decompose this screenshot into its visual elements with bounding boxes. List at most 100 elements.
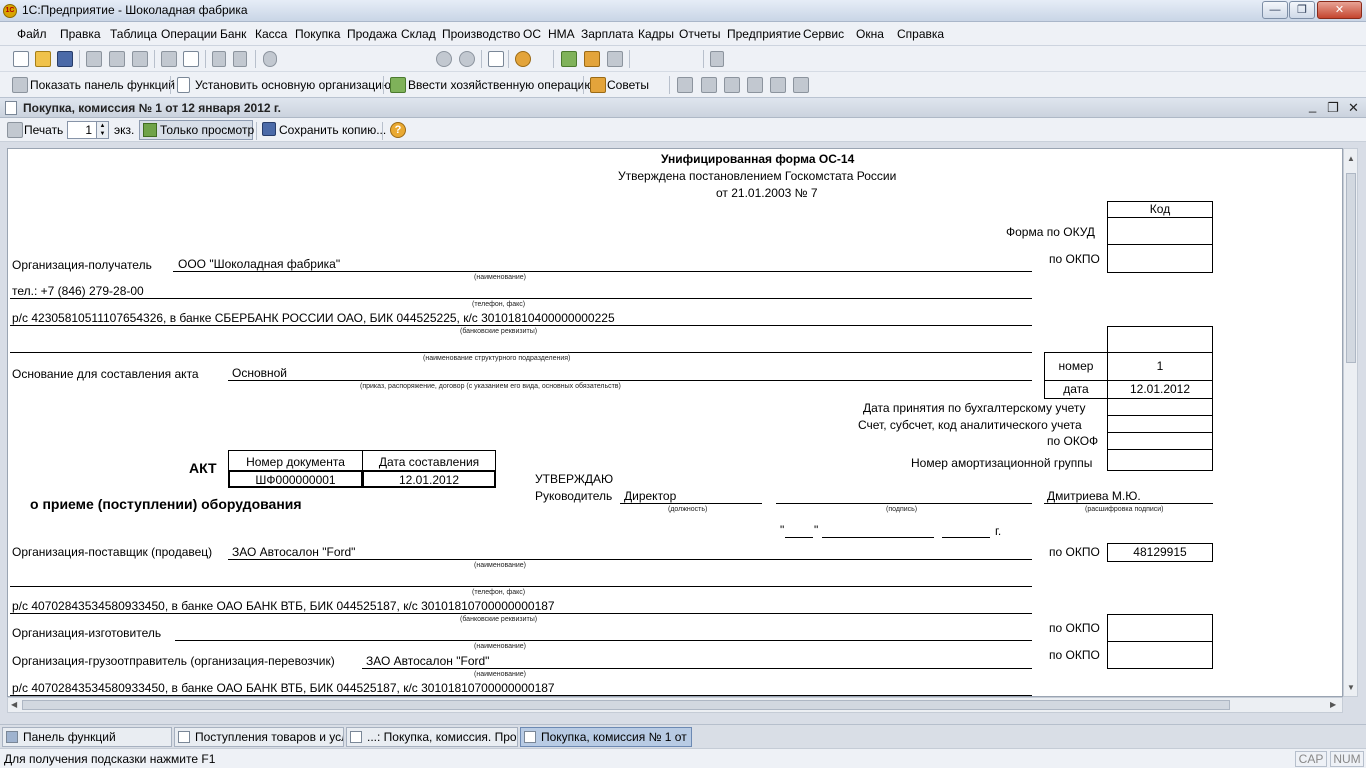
division-code-cell xyxy=(1107,326,1213,353)
scroll-up-arrow-icon[interactable]: ▲ xyxy=(1347,154,1355,163)
cut-icon[interactable] xyxy=(86,51,102,67)
account-label: Счет, субсчет, код аналитического учета xyxy=(858,418,1082,432)
menu-file[interactable]: Файл xyxy=(17,27,47,41)
maximize-button[interactable]: ❐ xyxy=(1289,1,1315,19)
minimize-button[interactable]: — xyxy=(1262,1,1288,19)
caption-bank: (банковские реквизиты) xyxy=(460,616,538,623)
underline xyxy=(362,668,1032,669)
report-icon[interactable] xyxy=(701,77,717,93)
new-document-icon[interactable] xyxy=(13,51,29,67)
report-icon[interactable] xyxy=(677,77,693,93)
search-icon[interactable] xyxy=(263,51,277,67)
menu-operations[interactable]: Операции xyxy=(161,27,217,41)
menu-purchase[interactable]: Покупка xyxy=(295,27,340,41)
toolbar-separator xyxy=(553,50,554,68)
menu-bank[interactable]: Банк xyxy=(220,27,246,41)
menu-cash[interactable]: Касса xyxy=(255,27,287,41)
tips-icon xyxy=(590,77,606,93)
report-icon[interactable] xyxy=(747,77,763,93)
print-preview-icon[interactable] xyxy=(183,51,199,67)
shipper-label: Организация-грузоотправитель (организаци… xyxy=(12,654,335,668)
print-icon[interactable] xyxy=(161,51,177,67)
paste-icon[interactable] xyxy=(132,51,148,67)
menu-hr[interactable]: Кадры xyxy=(638,27,674,41)
toolbar-separator xyxy=(383,76,384,94)
scroll-right-arrow-icon[interactable]: ▶ xyxy=(1330,700,1336,709)
document-close-button[interactable]: ✕ xyxy=(1348,100,1359,116)
help-icon[interactable]: ? xyxy=(390,122,406,138)
menu-reports[interactable]: Отчеты xyxy=(679,27,720,41)
settings-tools-icon[interactable] xyxy=(710,51,724,67)
toolbar-separator xyxy=(382,122,383,140)
okpo-label: по ОКПО xyxy=(1049,252,1100,266)
head-label: Руководитель xyxy=(535,489,613,503)
readonly-label: Только просмотр xyxy=(160,123,255,137)
task-purchase-commission[interactable]: Покупка, комиссия № 1 от ... xyxy=(520,727,692,747)
save-icon[interactable] xyxy=(57,51,73,67)
calendar-icon[interactable] xyxy=(584,51,600,67)
toolbar-separator xyxy=(255,50,256,68)
menu-enterprise[interactable]: Предприятие xyxy=(727,27,801,41)
users-icon[interactable] xyxy=(607,51,623,67)
report-icon[interactable] xyxy=(770,77,786,93)
report-icon[interactable] xyxy=(724,77,740,93)
find-previous-icon[interactable] xyxy=(459,51,475,67)
task-functions-panel[interactable]: Панель функций xyxy=(2,727,172,747)
head-position: Директор xyxy=(624,489,677,503)
menu-salary[interactable]: Зарплата xyxy=(581,27,634,41)
copy-icon[interactable] xyxy=(109,51,125,67)
menu-help[interactable]: Справка xyxy=(897,27,944,41)
enter-business-operation-button[interactable]: Ввести хозяйственную операцию xyxy=(408,78,593,92)
tips-button[interactable]: Советы xyxy=(607,78,649,92)
copies-stepper[interactable]: ▲ ▼ xyxy=(97,121,109,139)
save-copy-button[interactable]: Сохранить копию... xyxy=(279,123,386,137)
toolbar-separator xyxy=(629,50,630,68)
scroll-left-arrow-icon[interactable]: ◀ xyxy=(11,700,17,709)
menu-service[interactable]: Сервис xyxy=(803,27,844,41)
date-value-cell: 12.01.2012 xyxy=(1107,380,1213,399)
caption-name: (наименование) xyxy=(474,671,526,678)
windows-list-icon[interactable] xyxy=(488,51,504,67)
basis-label: Основание для составления акта xyxy=(12,367,199,381)
document-restore-button[interactable]: ❐ xyxy=(1327,100,1339,116)
menu-production[interactable]: Производство xyxy=(442,27,520,41)
okpo-recipient-cell xyxy=(1107,244,1213,273)
menu-fixed-assets[interactable]: ОС xyxy=(523,27,541,41)
manufacturer-okpo-cell xyxy=(1107,614,1213,642)
copies-input[interactable]: 1 xyxy=(67,121,97,139)
menu-sales[interactable]: Продажа xyxy=(347,27,397,41)
approve-title: УТВЕРЖДАЮ xyxy=(535,472,614,486)
open-folder-icon[interactable] xyxy=(35,51,51,67)
document-minimize-button[interactable]: _ xyxy=(1309,98,1316,113)
underline xyxy=(1044,503,1213,504)
task-purchase-print[interactable]: ...: Покупка, комиссия. Про... xyxy=(346,727,518,747)
document-icon xyxy=(524,731,536,743)
menu-intangibles[interactable]: НМА xyxy=(548,27,575,41)
calculator-icon[interactable] xyxy=(561,51,577,67)
close-button[interactable]: ✕ xyxy=(1317,1,1362,19)
menu-edit[interactable]: Правка xyxy=(60,27,101,41)
undo-icon[interactable] xyxy=(212,51,226,67)
vertical-scrollbar[interactable]: ▲ ▼ xyxy=(1343,148,1358,697)
caption-name: (наименование) xyxy=(474,562,526,569)
print-button[interactable]: Печать xyxy=(24,123,63,137)
scroll-down-arrow-icon[interactable]: ▼ xyxy=(1347,683,1355,692)
menu-windows[interactable]: Окна xyxy=(856,27,884,41)
horizontal-scroll-thumb[interactable] xyxy=(22,700,1230,710)
info-icon[interactable] xyxy=(515,51,531,67)
find-next-icon[interactable] xyxy=(436,51,452,67)
okof-cell xyxy=(1107,432,1213,450)
underline xyxy=(228,380,1032,381)
set-main-organization-button[interactable]: Установить основную организацию xyxy=(195,78,391,92)
report-icon[interactable] xyxy=(793,77,809,93)
show-functions-panel-button[interactable]: Показать панель функций xyxy=(30,78,175,92)
task-label: Поступления товаров и услуг xyxy=(195,730,344,744)
report-sheet[interactable]: Унифицированная форма ОС-14 Утверждена п… xyxy=(7,148,1343,697)
task-goods-receipts[interactable]: Поступления товаров и услуг xyxy=(174,727,344,747)
redo-icon[interactable] xyxy=(233,51,247,67)
menu-warehouse[interactable]: Склад xyxy=(401,27,436,41)
horizontal-scrollbar[interactable]: ◀ ▶ xyxy=(7,697,1343,713)
readonly-toggle-button[interactable]: Только просмотр xyxy=(139,120,255,140)
menu-table[interactable]: Таблица xyxy=(110,27,157,41)
vertical-scroll-thumb[interactable] xyxy=(1346,173,1356,363)
